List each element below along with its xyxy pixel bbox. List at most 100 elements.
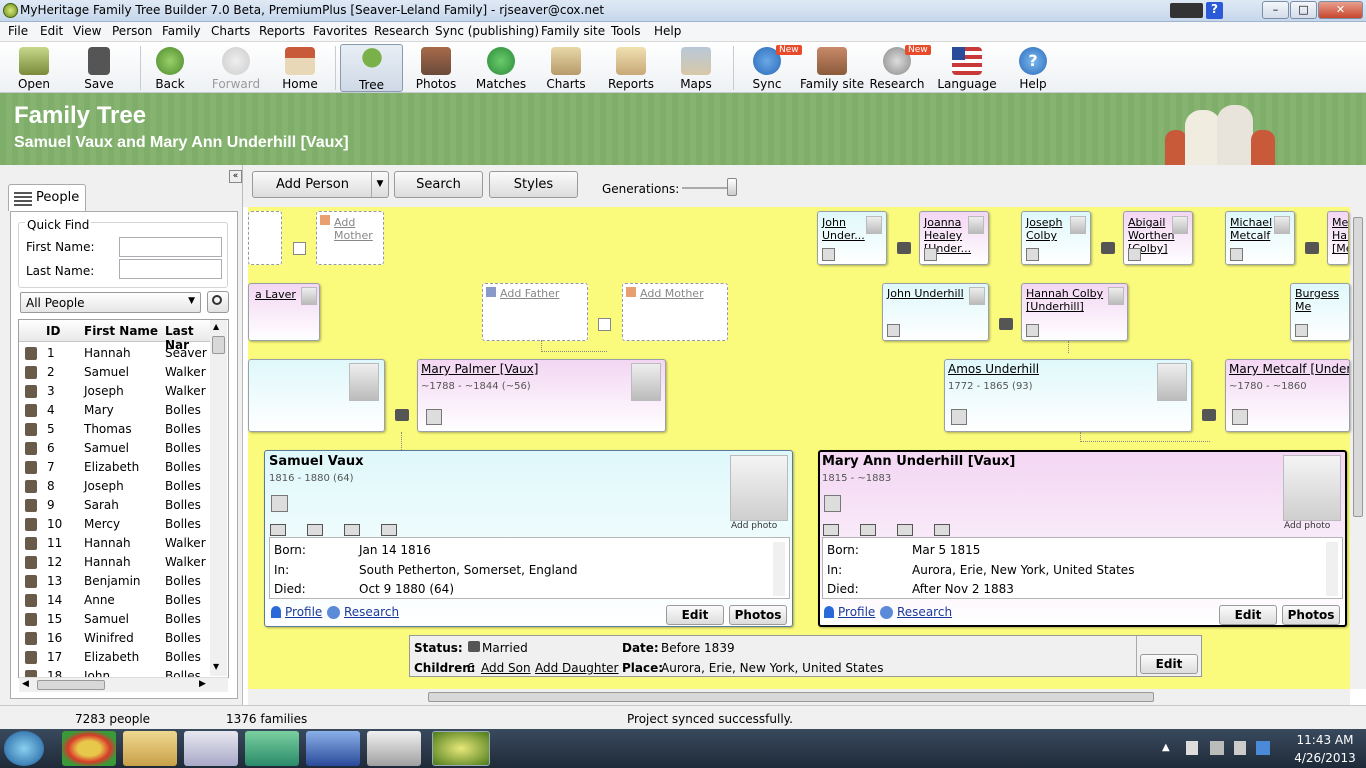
menu-tools[interactable]: Tools [611, 24, 641, 38]
people-list-row[interactable]: 15 Samuel Bolles [19, 610, 217, 629]
chrome-taskbar-icon[interactable] [62, 731, 116, 766]
husband-card[interactable]: Samuel Vaux 1816 - 1880 (64) Add photo B… [264, 450, 793, 627]
menu-research[interactable]: Research [374, 24, 429, 38]
person-box-john-under[interactable]: John Under... [817, 211, 887, 265]
forward-button[interactable]: Forward [208, 44, 264, 92]
details-scrollbar[interactable] [773, 542, 785, 596]
people-list-row[interactable]: 9 Sarah Bolles [19, 496, 217, 515]
help-button[interactable]: ? Help [1010, 44, 1056, 92]
search-button[interactable] [207, 291, 229, 313]
person-name[interactable]: Hannah Colby [Underhill] [1026, 287, 1106, 313]
people-list-row[interactable]: 16 Winifred Bolles [19, 629, 217, 648]
menu-view[interactable]: View [73, 24, 101, 38]
add-person-button[interactable]: Add Person ▼ [252, 171, 389, 198]
person-name[interactable]: John Underhill [887, 287, 964, 300]
generations-slider-handle[interactable] [727, 178, 737, 196]
person-box-laver[interactable]: a Laver [248, 283, 320, 341]
people-list-row[interactable]: 2 Samuel Walker [19, 363, 217, 382]
people-list-row[interactable]: 1 Hannah Seaver [19, 344, 217, 363]
menu-family[interactable]: Family [162, 24, 201, 38]
person-box-abigail-worthen[interactable]: Abigail Worthen [Colby] [1123, 211, 1193, 265]
person-box-father-partial[interactable] [248, 359, 385, 432]
add-daughter-link[interactable]: Add Daughter [535, 661, 619, 675]
husband-edit-button[interactable]: Edit [666, 605, 724, 625]
person-box-joanna-healey[interactable]: Joanna Healey [Under... [919, 211, 989, 265]
add-son-link[interactable]: Add Son [481, 661, 531, 675]
person-box-partial[interactable]: Me Han [Me [1327, 211, 1349, 265]
person-name[interactable]: Michael Metcalf [1230, 216, 1274, 242]
husband-photos-button[interactable]: Photos [729, 605, 787, 625]
person-box-hannah-colby[interactable]: Hannah Colby [Underhill] [1021, 283, 1128, 341]
people-list-vertical-scrollbar[interactable]: ▲ ▼ [210, 320, 227, 676]
maximize-button[interactable]: □ [1290, 1, 1317, 19]
husband-add-photo-link[interactable]: Add photo [731, 521, 777, 531]
family-site-button[interactable]: Family site [800, 44, 864, 92]
menu-family-site[interactable]: Family site [541, 24, 605, 38]
search-tree-button[interactable]: Search [394, 171, 483, 198]
person-name[interactable]: Burgess Me [1295, 287, 1349, 313]
person-box-mary-palmer[interactable]: Mary Palmer [Vaux] ~1788 - ~1844 (~56) [417, 359, 666, 432]
wife-name[interactable]: Mary Ann Underhill [Vaux] [822, 454, 1015, 469]
people-list-row[interactable]: 11 Hannah Walker [19, 534, 217, 553]
people-list-row[interactable]: 14 Anne Bolles [19, 591, 217, 610]
add-mother-link[interactable]: Add Mother [640, 287, 704, 300]
marriage-link-icon[interactable] [395, 409, 409, 421]
wife-research-link[interactable]: Research [897, 605, 952, 619]
people-list-row[interactable]: 12 Hannah Walker [19, 553, 217, 572]
network-icon[interactable] [1210, 741, 1224, 755]
add-father-partial-box[interactable] [248, 211, 282, 265]
husband-profile-link[interactable]: Profile [285, 605, 322, 619]
people-list-row[interactable]: 8 Joseph Bolles [19, 477, 217, 496]
help-question-icon[interactable]: ? [1206, 2, 1223, 19]
person-name[interactable]: Me Han [Me [1332, 216, 1348, 255]
thunderbird-taskbar-icon[interactable] [306, 731, 360, 766]
tree-horizontal-scrollbar[interactable] [248, 689, 1350, 705]
tree-button[interactable]: Tree [340, 44, 403, 92]
add-father-link[interactable]: Add Father [500, 287, 559, 300]
marriage-link-icon[interactable] [1101, 242, 1115, 254]
last-name-input[interactable] [119, 259, 222, 279]
people-list-row[interactable]: 6 Samuel Bolles [19, 439, 217, 458]
person-box-amos-underhill[interactable]: Amos Underhill 1772 - 1865 (93) [944, 359, 1192, 432]
person-box-michael-metcalf[interactable]: Michael Metcalf [1225, 211, 1295, 265]
menu-reports[interactable]: Reports [259, 24, 305, 38]
person-box-john-underhill[interactable]: John Underhill [882, 283, 989, 341]
collapse-panel-icon[interactable]: « [229, 170, 242, 183]
person-box-mary-metcalf[interactable]: Mary Metcalf [Underhi ~1780 - ~1860 [1225, 359, 1350, 432]
show-hidden-icons-icon[interactable]: ▲ [1162, 742, 1170, 753]
styles-button[interactable]: Styles [489, 171, 578, 198]
people-list-row[interactable]: 4 Mary Bolles [19, 401, 217, 420]
action-center-flag-icon[interactable] [1186, 741, 1198, 755]
charts-button[interactable]: Charts [542, 44, 590, 92]
add-father-box[interactable]: Add Father [482, 283, 588, 341]
menu-edit[interactable]: Edit [40, 24, 63, 38]
family-tree-taskbar-icon[interactable] [245, 731, 299, 766]
person-name[interactable]: a Laver [255, 288, 296, 301]
wife-photo-placeholder[interactable] [1283, 455, 1341, 521]
people-filter-select[interactable]: All People ▼ [20, 292, 201, 313]
clock-date[interactable]: 4/26/2013 [1290, 751, 1360, 765]
add-person-dropdown-icon[interactable]: ▼ [371, 172, 388, 197]
menu-help[interactable]: Help [654, 24, 681, 38]
photos-button[interactable]: Photos [411, 44, 461, 92]
people-list-row[interactable]: 7 Elizabeth Bolles [19, 458, 217, 477]
add-mother-link[interactable]: Add Mother [334, 216, 380, 242]
save-button[interactable]: Save [75, 44, 123, 92]
keyboard-icon[interactable] [1170, 3, 1203, 18]
menu-charts[interactable]: Charts [211, 24, 250, 38]
menu-sync[interactable]: Sync (publishing) [435, 24, 539, 38]
reports-button[interactable]: Reports [604, 44, 658, 92]
people-list-row[interactable]: 17 Elizabeth Bolles [19, 648, 217, 667]
husband-name[interactable]: Samuel Vaux [269, 454, 364, 469]
first-name-input[interactable] [119, 237, 222, 257]
husband-photo-placeholder[interactable] [730, 455, 788, 521]
person-box-burgess[interactable]: Burgess Me [1290, 283, 1350, 341]
person-name[interactable]: Joseph Colby [1026, 216, 1070, 242]
events-tab-icon[interactable] [934, 524, 950, 536]
close-button[interactable]: ✕ [1318, 1, 1363, 19]
wife-profile-link[interactable]: Profile [838, 605, 875, 619]
document-taskbar-icon[interactable] [367, 731, 421, 766]
marriage-link-icon[interactable] [1202, 409, 1216, 421]
facts-tab-icon[interactable] [270, 524, 286, 536]
wife-card[interactable]: Mary Ann Underhill [Vaux] 1815 - ~1883 A… [818, 450, 1347, 627]
